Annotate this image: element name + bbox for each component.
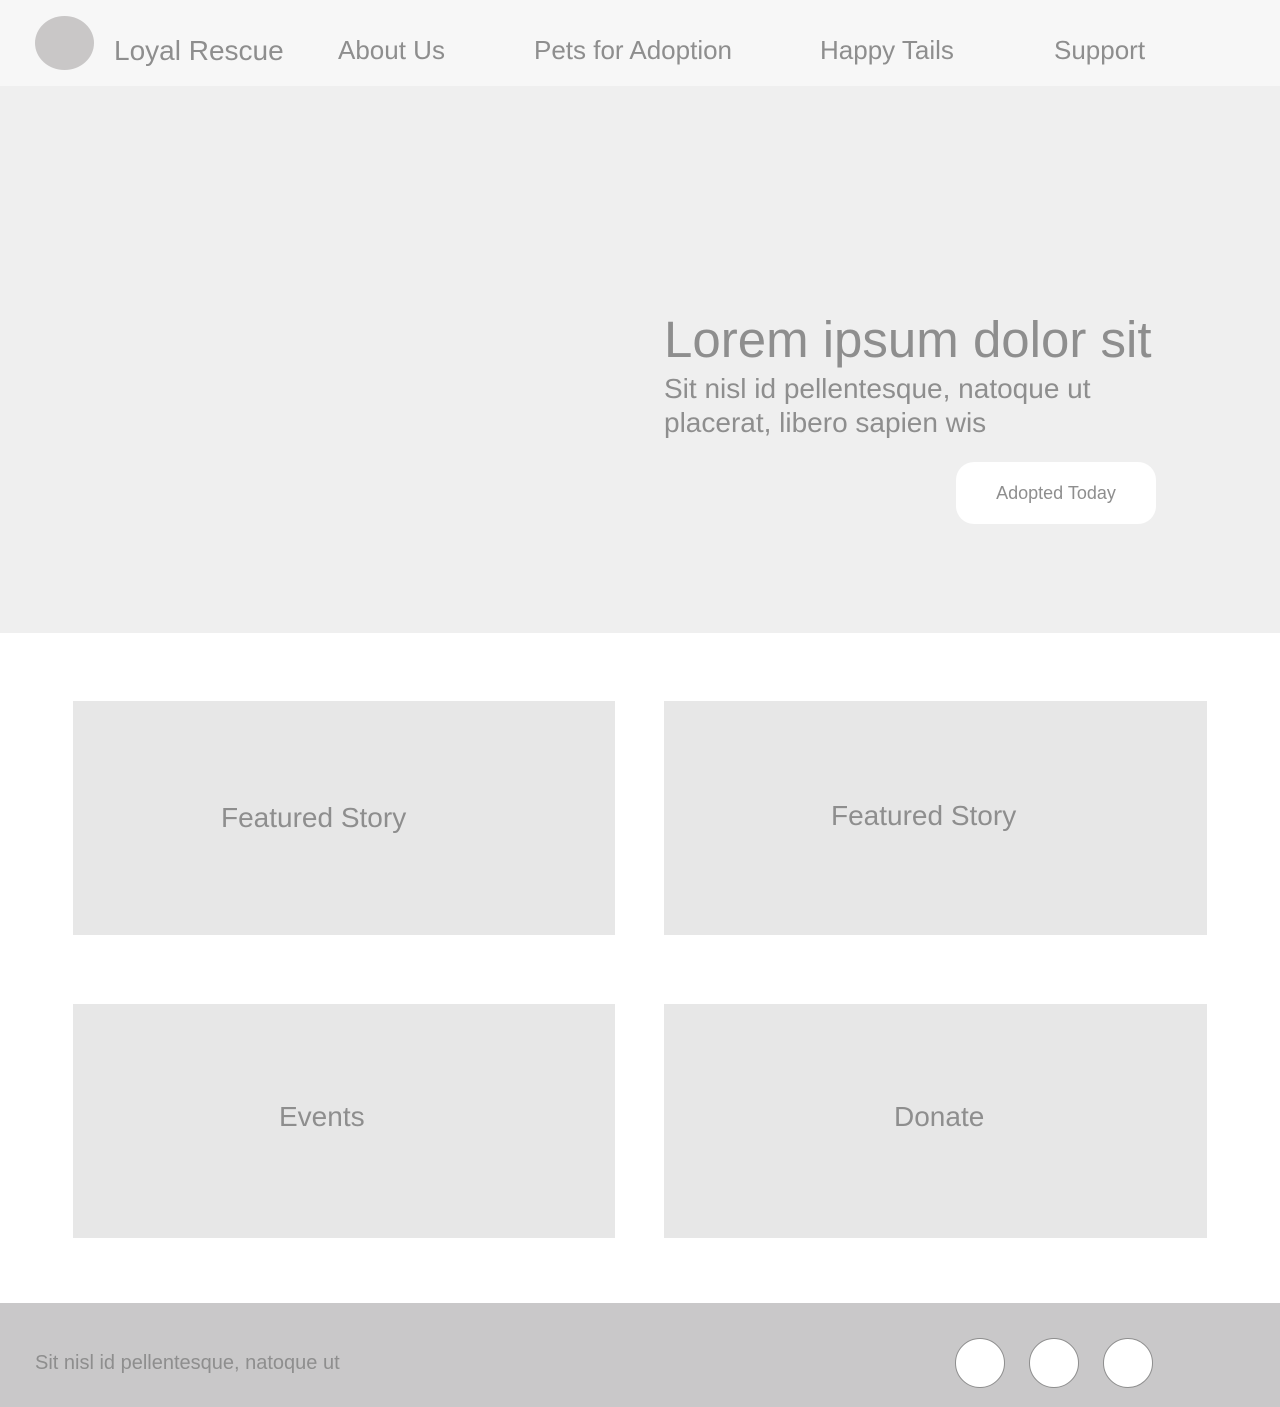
adopted-today-button[interactable]: Adopted Today — [956, 462, 1156, 524]
footer-text: Sit nisl id pellentesque, natoque ut — [35, 1352, 340, 1374]
logo-placeholder[interactable] — [35, 16, 94, 70]
brand-name[interactable]: Loyal Rescue — [114, 35, 284, 67]
social-icon-2[interactable] — [1029, 1338, 1079, 1388]
social-icon-3[interactable] — [1103, 1338, 1153, 1388]
card-label: Featured Story — [221, 802, 407, 833]
hero-section: Lorem ipsum dolor sit Sit nisl id pellen… — [0, 86, 1280, 633]
social-icon-1[interactable] — [955, 1338, 1005, 1388]
nav-happy-tails[interactable]: Happy Tails — [820, 35, 954, 66]
nav-pets-for-adoption[interactable]: Pets for Adoption — [534, 35, 732, 66]
featured-story-card-1[interactable]: Featured Story — [73, 701, 615, 935]
card-label: Events — [279, 1101, 365, 1132]
card-label: Donate — [894, 1101, 985, 1132]
site-header: Loyal Rescue About Us Pets for Adoption … — [0, 0, 1280, 86]
featured-story-card-2[interactable]: Featured Story — [664, 701, 1207, 935]
nav-about-us[interactable]: About Us — [338, 35, 445, 66]
site-footer: Sit nisl id pellentesque, natoque ut — [0, 1303, 1280, 1407]
hero-subtitle: Sit nisl id pellentesque, natoque ut pla… — [664, 373, 1091, 438]
card-label: Featured Story — [831, 800, 1017, 831]
donate-card[interactable]: Donate — [664, 1004, 1207, 1238]
hero-title: Lorem ipsum dolor sit — [664, 311, 1152, 368]
nav-support[interactable]: Support — [1054, 35, 1145, 66]
page: Loyal Rescue About Us Pets for Adoption … — [0, 0, 1280, 1407]
events-card[interactable]: Events — [73, 1004, 615, 1238]
